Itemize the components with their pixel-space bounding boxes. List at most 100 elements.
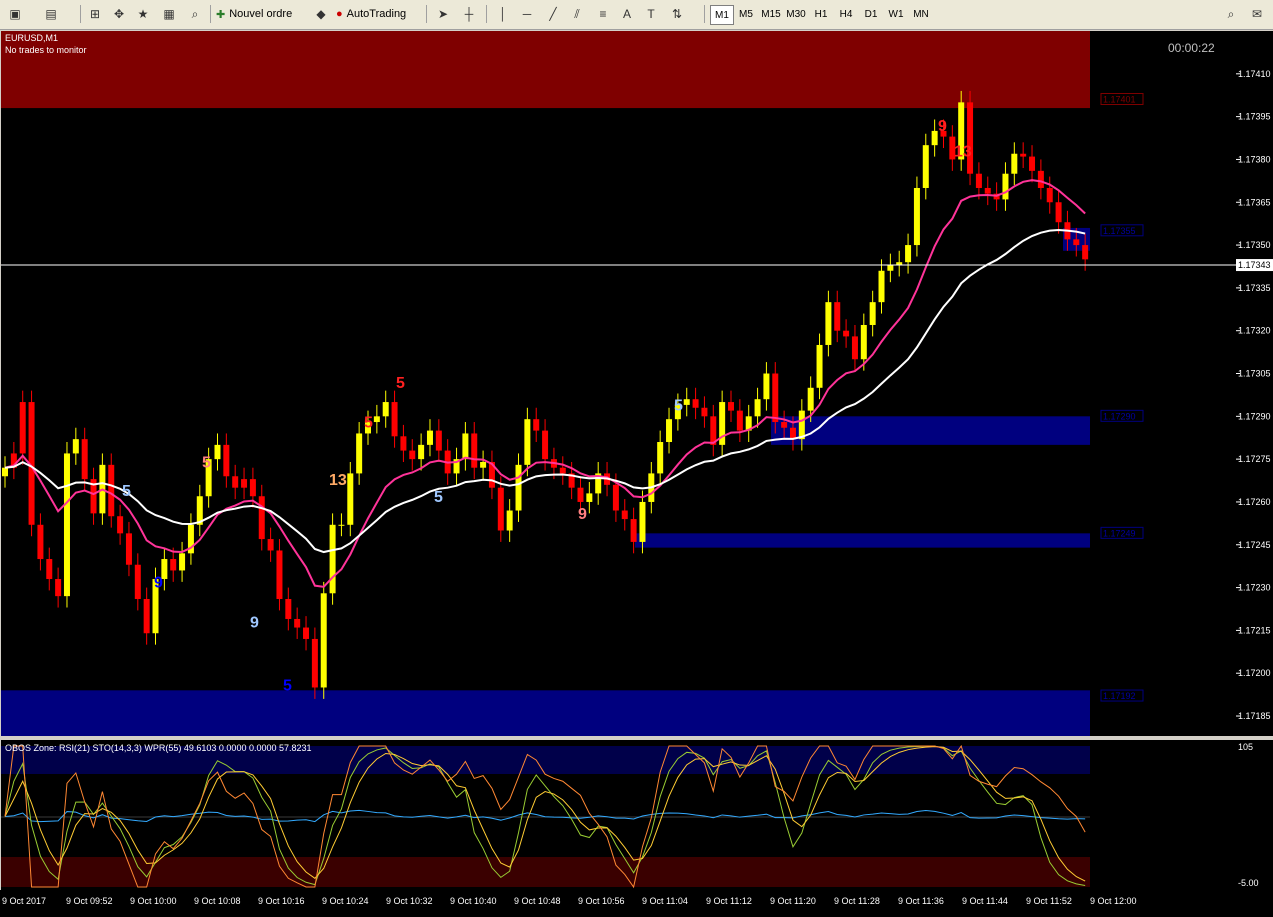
indicator-scale-min: -5.00	[1238, 878, 1259, 888]
candle-body	[772, 373, 779, 423]
price-tick-label: 1.17350	[1238, 240, 1271, 250]
new-order-icon: ✚	[216, 8, 226, 21]
candle-body	[373, 416, 380, 423]
obos-indicator-chart	[1, 744, 1090, 889]
profiles-icon[interactable]: ▤	[40, 4, 62, 24]
price-tick-label: 1.17215	[1238, 625, 1271, 635]
candle-body	[657, 442, 664, 474]
candle-body	[922, 145, 929, 188]
timeframe-h4[interactable]: H4	[835, 5, 857, 23]
setup-count-label: 9	[154, 575, 163, 592]
tester-icon[interactable]: ⌕	[184, 4, 206, 24]
candle-body	[905, 245, 912, 263]
price-tick-label: 1.17305	[1238, 369, 1271, 379]
demand-zone	[1, 690, 1090, 736]
zone-price-label: 1.17249	[1103, 528, 1136, 538]
time-tick-label: 9 Oct 10:16	[258, 896, 305, 906]
timeframe-m15[interactable]: M15	[760, 5, 782, 23]
zone-price-label: 1.17355	[1103, 226, 1136, 236]
time-tick-label: 9 Oct 11:28	[834, 896, 880, 906]
timeframe-m1[interactable]: M1	[710, 5, 734, 25]
price-chart[interactable]: 1.17401 1.17355 1.17290 1.17249 1.17192 5 9 5 9 5…	[1, 31, 1236, 736]
channel-icon[interactable]: ⫽	[566, 4, 588, 24]
candle-body	[19, 402, 26, 454]
separator	[426, 5, 427, 23]
candle-body	[1037, 170, 1044, 188]
time-tick-label: 9 Oct 12:00	[1090, 896, 1137, 906]
candle-body	[825, 302, 832, 345]
price-tick-label: 1.17320	[1238, 326, 1271, 336]
time-tick-label: 9 Oct 10:40	[450, 896, 497, 906]
candle-body	[639, 501, 646, 542]
arrows-tool-icon[interactable]: ⇅	[666, 4, 688, 24]
candle-body	[843, 330, 850, 337]
separator	[704, 5, 705, 23]
candle-body	[143, 598, 150, 634]
indicator-window[interactable]: OBOS Zone: RSI(21) STO(14,3,3) WPR(55) 4…	[1, 740, 1236, 890]
horizontal-line-icon[interactable]: ─	[516, 4, 538, 24]
candle-body	[975, 173, 982, 188]
separator	[80, 5, 81, 23]
candle-body	[117, 516, 124, 534]
autotrading-button[interactable]: ● AutoTrading	[336, 4, 406, 24]
candle-body	[338, 524, 345, 526]
timeframe-h1[interactable]: H1	[810, 5, 832, 23]
crosshair-icon[interactable]: ┼	[458, 4, 480, 24]
time-axis: 9 Oct 2017 9 Oct 09:52 9 Oct 10:00 9 Oct 10…	[0, 890, 1273, 917]
text-tool-icon[interactable]: A	[616, 4, 638, 24]
candle-body	[816, 344, 823, 388]
candle-body	[214, 444, 221, 460]
setup-count-label: 13	[329, 472, 347, 489]
price-tick-label: 1.17245	[1238, 540, 1271, 550]
candle-body	[630, 519, 637, 542]
candle-body	[798, 410, 805, 440]
vertical-line-icon[interactable]: │	[492, 4, 514, 24]
metaeditor-icon[interactable]: ◆	[310, 4, 332, 24]
new-order-label: Nouvel ordre	[229, 8, 293, 20]
fibonacci-icon[interactable]: ≡	[592, 4, 614, 24]
separator	[210, 5, 211, 23]
timeframe-w1[interactable]: W1	[885, 5, 907, 23]
timeframe-m5[interactable]: M5	[735, 5, 757, 23]
candle-body	[533, 419, 540, 431]
data-window-icon[interactable]: ✥	[108, 4, 130, 24]
candle-body	[577, 487, 584, 502]
candle-body	[542, 430, 549, 460]
setup-count-label: 9	[938, 118, 947, 135]
candle-body	[179, 553, 186, 571]
price-tick-label: 1.17275	[1238, 454, 1271, 464]
terminal-icon[interactable]: ▦	[158, 4, 180, 24]
candle-body	[683, 399, 690, 405]
search-icon[interactable]: ⌕	[1220, 4, 1242, 24]
price-axis: 1.17410 1.17395 1.17380 1.17365 1.17350 1.173…	[1236, 31, 1273, 736]
candle-body	[1002, 173, 1009, 200]
candle-body	[303, 627, 310, 639]
candle-body	[913, 187, 920, 246]
candle-body	[692, 399, 699, 408]
setup-count-label: 5	[283, 677, 292, 694]
zone-price-label: 1.17401	[1103, 95, 1136, 105]
new-order-button[interactable]: ✚ Nouvel ordre	[216, 4, 292, 24]
new-chart-icon[interactable]: ▣	[4, 4, 26, 24]
candle-body	[621, 510, 628, 520]
trendline-icon[interactable]: ╱	[542, 4, 564, 24]
zone-price-label: 1.17290	[1103, 411, 1136, 421]
price-tick-label: 1.17365	[1238, 197, 1271, 207]
time-tick-label: 9 Oct 10:00	[130, 896, 177, 906]
candle-body	[63, 453, 70, 597]
chat-icon[interactable]: ✉	[1246, 4, 1268, 24]
separator	[486, 5, 487, 23]
label-tool-icon[interactable]: T	[640, 4, 662, 24]
cursor-icon[interactable]: ➤	[432, 4, 454, 24]
navigator-icon[interactable]: ★	[132, 4, 154, 24]
timeframe-mn[interactable]: MN	[910, 5, 932, 23]
candle-body	[1046, 187, 1053, 203]
zone-price-label: 1.17192	[1103, 691, 1136, 701]
time-tick-label: 9 Oct 09:52	[66, 896, 113, 906]
indicator-title: OBOS Zone: RSI(21) STO(14,3,3) WPR(55) 4…	[5, 743, 312, 753]
timeframe-m30[interactable]: M30	[785, 5, 807, 23]
market-watch-icon[interactable]: ⊞	[84, 4, 106, 24]
timeframe-d1[interactable]: D1	[860, 5, 882, 23]
oversold-zone	[1, 857, 1090, 887]
candle-body	[285, 598, 292, 619]
